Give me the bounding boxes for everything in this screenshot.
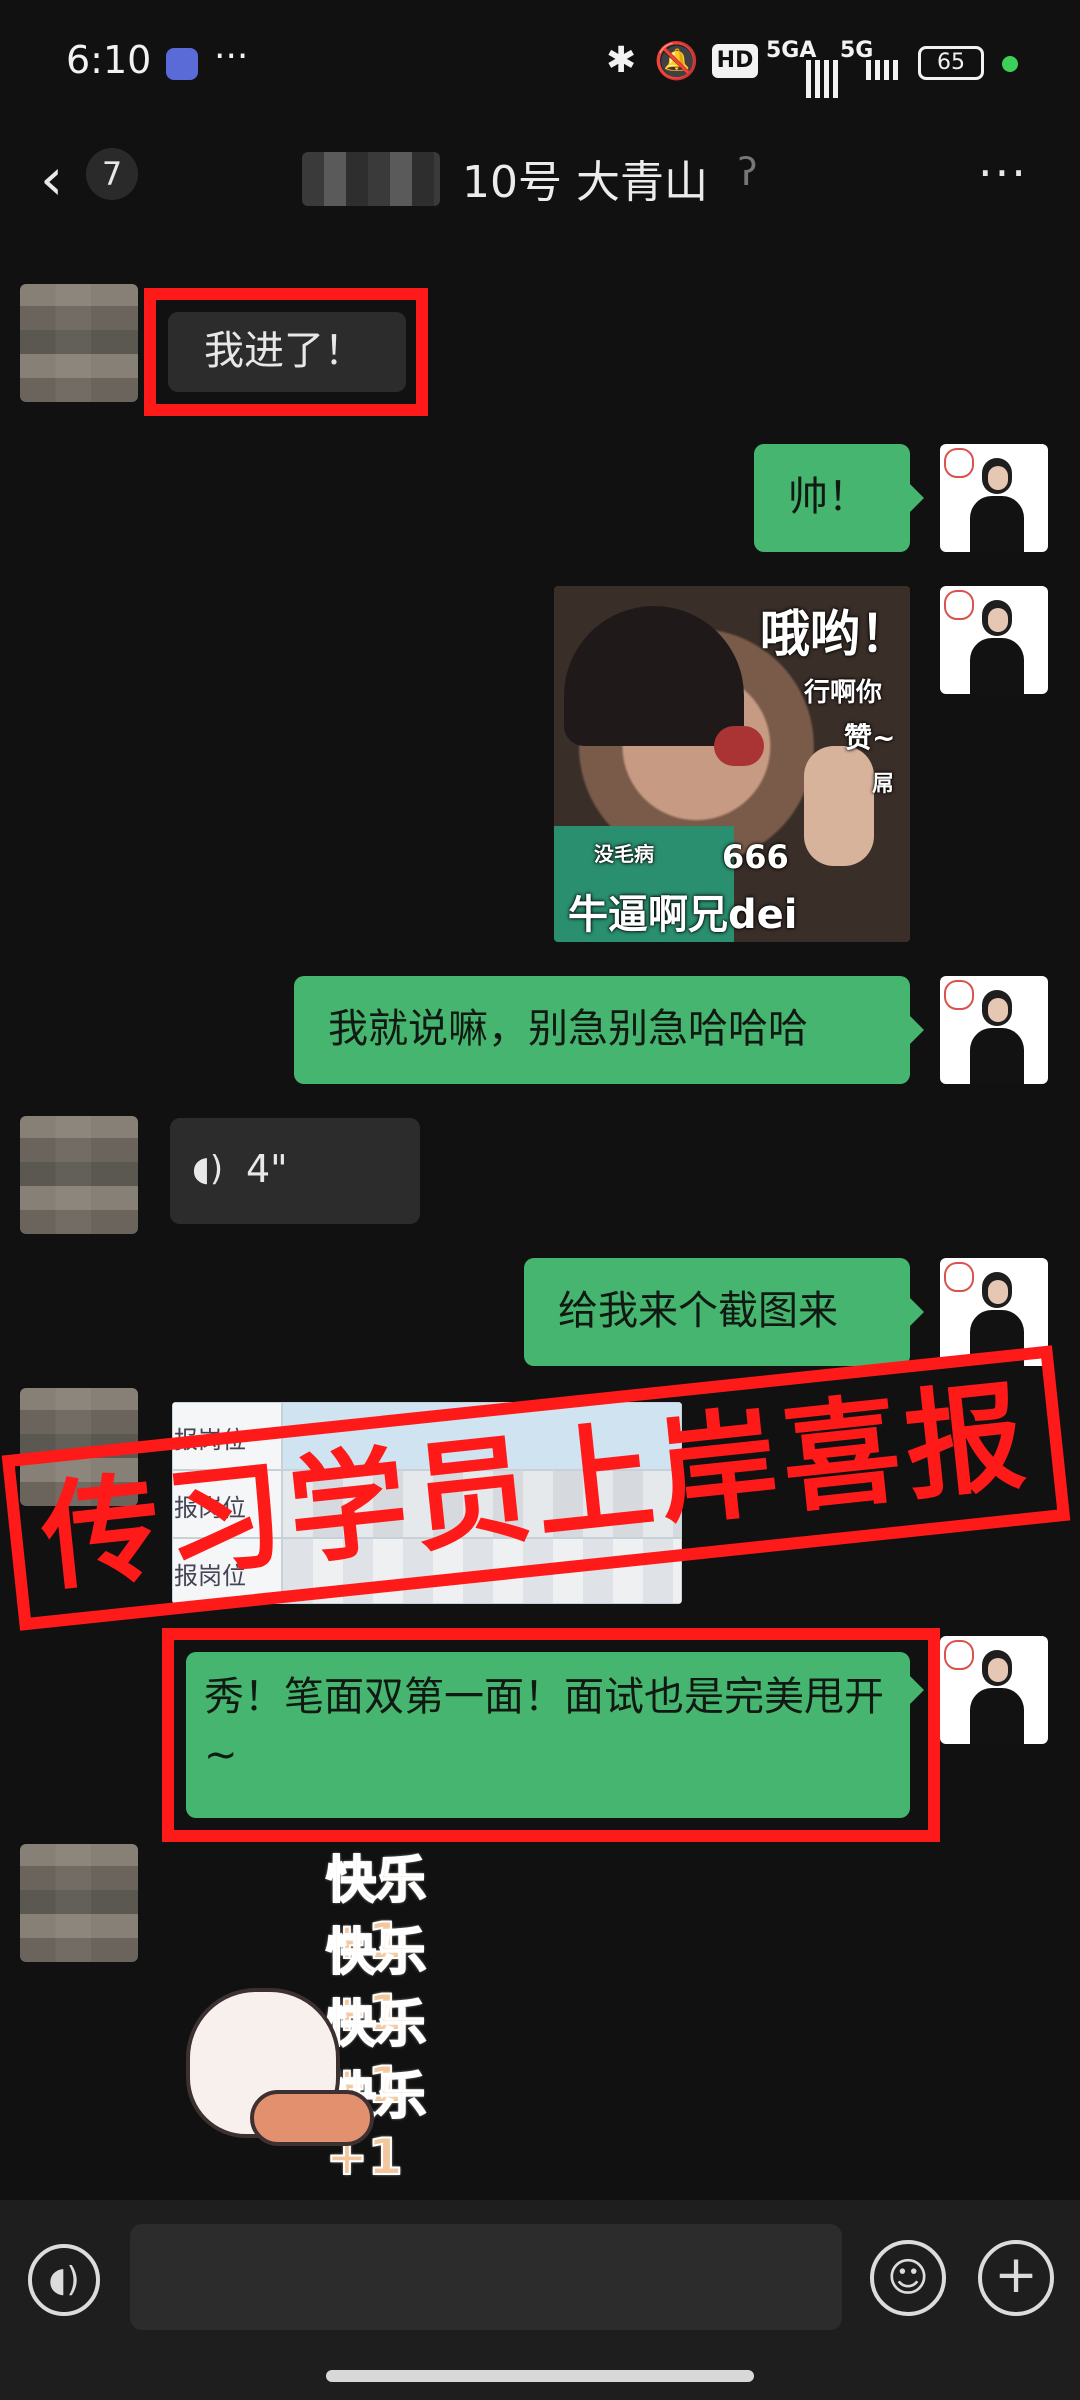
bubble-tail bbox=[910, 1298, 924, 1326]
signal-icon bbox=[806, 60, 838, 98]
meme-sticker-image[interactable]: 哦哟！ 行啊你 赞~ 屌 没毛病 666 牛逼啊兄dei bbox=[554, 586, 910, 942]
app-notification-icon bbox=[166, 48, 198, 80]
avatar[interactable] bbox=[20, 284, 138, 402]
meme-caption: 哦哟！ bbox=[760, 605, 910, 663]
meme-caption: 666 bbox=[722, 838, 789, 876]
unread-count-badge[interactable]: 7 bbox=[86, 148, 138, 200]
bubble-tail bbox=[910, 1016, 924, 1044]
more-options-icon[interactable]: ··· bbox=[978, 146, 1028, 200]
mute-icon: 🔕 bbox=[654, 41, 699, 82]
blurred-name bbox=[302, 152, 440, 206]
avatar-self[interactable] bbox=[940, 444, 1048, 552]
cake-icon bbox=[250, 2090, 374, 2146]
hd-badge: HD bbox=[712, 44, 758, 78]
message-bubble-right[interactable]: 秀！笔面双第一面！面试也是完美甩开~ bbox=[186, 1652, 910, 1818]
message-bubble-right[interactable]: 帅！ bbox=[754, 444, 910, 552]
privacy-dot-icon bbox=[1002, 56, 1018, 72]
emoji-icon[interactable]: ☺ bbox=[870, 2240, 946, 2316]
voice-message-bubble[interactable]: ◖) 4" bbox=[170, 1118, 420, 1224]
message-bubble-right[interactable]: 我就说嘛，别急别急哈哈哈 bbox=[294, 976, 910, 1084]
bubble-tail bbox=[910, 484, 924, 512]
ear-mode-icon: ʔ bbox=[738, 150, 758, 194]
bubble-tail bbox=[910, 1676, 924, 1704]
plus-icon[interactable]: + bbox=[978, 2240, 1054, 2316]
meme-caption: 赞~ bbox=[844, 721, 896, 754]
message-bubble-right[interactable]: 给我来个截图来 bbox=[524, 1258, 910, 1366]
back-icon[interactable]: ‹ bbox=[40, 150, 63, 208]
avatar-self[interactable] bbox=[940, 586, 1048, 694]
meme-caption: 没毛病 bbox=[594, 842, 654, 866]
chat-title: 10号 大青山 bbox=[462, 157, 708, 208]
avatar-self[interactable] bbox=[940, 1636, 1048, 1744]
avatar-self[interactable] bbox=[940, 976, 1048, 1084]
status-more-dots: ··· bbox=[214, 36, 249, 77]
message-bubble-left[interactable]: 我进了！ bbox=[168, 312, 406, 392]
meme-caption: 牛逼啊兄dei bbox=[568, 892, 798, 938]
voice-duration: 4" bbox=[246, 1147, 288, 1191]
avatar[interactable] bbox=[20, 1116, 138, 1234]
meme-caption: 行啊你 bbox=[804, 678, 883, 708]
home-indicator[interactable] bbox=[326, 2370, 754, 2382]
voice-wave-icon: ◖) bbox=[192, 1149, 224, 1189]
signal-icon-2 bbox=[866, 60, 898, 80]
status-time: 6:10 bbox=[66, 38, 152, 82]
battery-icon: 65 bbox=[918, 46, 984, 80]
meme-caption: 屌 bbox=[872, 772, 895, 797]
bluetooth-icon: ✱ bbox=[606, 40, 637, 81]
voice-icon[interactable]: ◖) bbox=[28, 2244, 100, 2316]
message-input[interactable] bbox=[130, 2224, 842, 2330]
avatar[interactable] bbox=[20, 1844, 138, 1962]
